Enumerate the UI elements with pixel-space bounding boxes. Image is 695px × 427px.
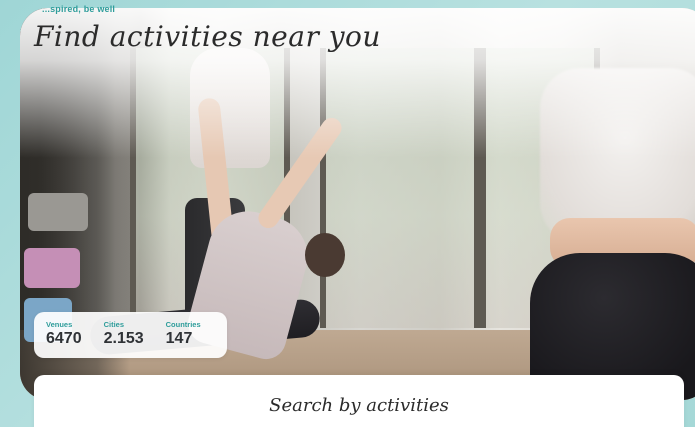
stat-value: 6470	[46, 330, 82, 347]
stat-label: Cities	[103, 320, 125, 329]
student-figure	[305, 233, 345, 277]
tagline: ...spired, be well	[42, 4, 116, 14]
stat-cities: Cities 2.153	[104, 320, 144, 358]
gym-equipment	[28, 193, 88, 231]
stat-value: 2.153	[103, 330, 144, 347]
stat-label: Venues	[46, 320, 73, 329]
gym-equipment	[24, 248, 80, 288]
search-title: Search by activities	[269, 395, 449, 416]
page-title: Find activities near you	[34, 20, 381, 53]
stats-card: Venues 6470 Cities 2.153 Countries 147	[34, 312, 227, 358]
stat-label: Countries	[165, 320, 201, 329]
stat-venues: Venues 6470	[46, 320, 82, 358]
stat-countries: Countries 147	[166, 320, 201, 358]
search-section: Search by activities	[34, 375, 684, 427]
stat-value: 147	[165, 330, 193, 347]
